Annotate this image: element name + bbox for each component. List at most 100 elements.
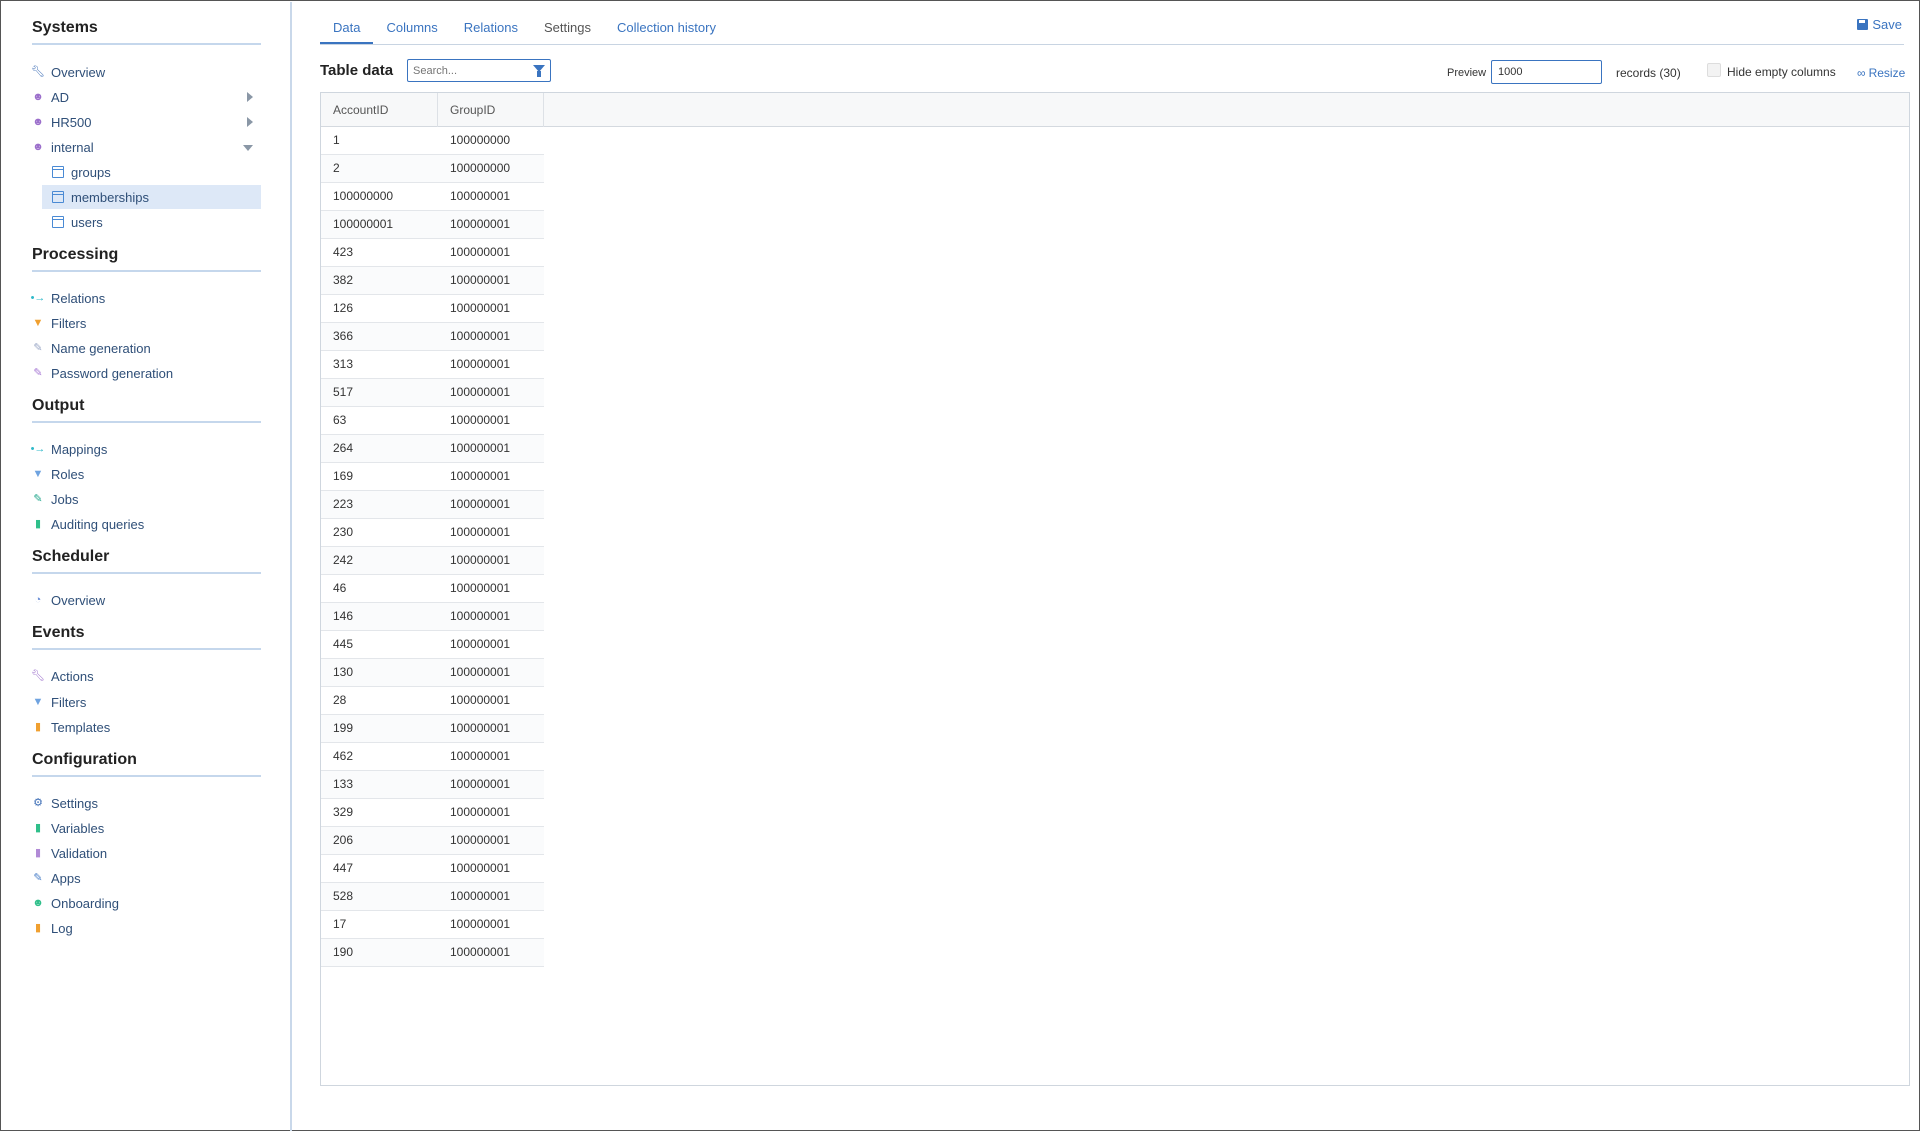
sidebar-item-actions[interactable]: 🔧︎ Actions — [31, 665, 261, 687]
save-button[interactable]: Save — [1857, 17, 1902, 32]
table-body: 1 100000000 2 100000000 100000000 100000001 10… — [321, 127, 544, 967]
table-row[interactable]: 423 100000001 — [321, 239, 544, 267]
sidebar-item-users[interactable]: users — [42, 211, 261, 233]
table-row[interactable]: 206 100000001 — [321, 827, 544, 855]
table-row[interactable]: 169 100000001 — [321, 463, 544, 491]
sidebar-item-variables[interactable]: ▮ Variables — [32, 817, 261, 839]
table-row[interactable]: 130 100000001 — [321, 659, 544, 687]
sidebar-item-onboarding[interactable]: ☻ Onboarding — [32, 892, 261, 914]
table-row[interactable]: 447 100000001 — [321, 855, 544, 883]
table-row[interactable]: 242 100000001 — [321, 547, 544, 575]
chevron-right-icon[interactable] — [247, 92, 253, 102]
cell-accountid: 133 — [333, 777, 354, 791]
wrench-icon: 🔧︎ — [31, 66, 45, 78]
sidebar-item-validation[interactable]: ▮ Validation — [32, 842, 261, 864]
sidebar-item-scheduler-overview[interactable]: ◔ Overview — [32, 589, 261, 611]
chevron-right-icon[interactable] — [247, 117, 253, 127]
sidebar-item-relations[interactable]: •→ Relations — [31, 287, 261, 309]
table-row[interactable]: 1 100000000 — [321, 127, 544, 155]
table-row[interactable]: 190 100000001 — [321, 939, 544, 967]
filter-icon: ▼ — [32, 468, 44, 480]
sidebar-item-label: users — [71, 214, 103, 230]
table-row[interactable]: 223 100000001 — [321, 491, 544, 519]
sidebar-item-label: Actions — [51, 668, 94, 684]
table-row[interactable]: 17 100000001 — [321, 911, 544, 939]
table-row[interactable]: 146 100000001 — [321, 603, 544, 631]
sidebar-item-mappings[interactable]: •→ Mappings — [31, 438, 261, 460]
tab-data[interactable]: Data — [320, 18, 374, 44]
sidebar-item-log[interactable]: ▮ Log — [32, 917, 261, 939]
sidebar-item-settings[interactable]: ⚙ Settings — [32, 792, 261, 814]
table-row[interactable]: 264 100000001 — [321, 435, 544, 463]
cell-groupid: 100000001 — [450, 917, 511, 931]
section-title-events: Events — [32, 624, 261, 650]
sidebar-item-filters[interactable]: ▼ Filters — [32, 312, 261, 334]
sidebar-item-event-filters[interactable]: ▼ Filters — [32, 691, 261, 713]
cell-accountid: 423 — [333, 245, 354, 259]
sidebar-item-auditing-queries[interactable]: ▮ Auditing queries — [32, 513, 261, 535]
sidebar-item-name-generation[interactable]: ✎ Name generation — [32, 337, 261, 359]
table-row[interactable]: 2 100000000 — [321, 155, 544, 183]
table-row[interactable]: 445 100000001 — [321, 631, 544, 659]
cell-groupid: 100000001 — [450, 525, 511, 539]
table-row[interactable]: 46 100000001 — [321, 575, 544, 603]
tab-columns[interactable]: Columns — [373, 18, 450, 44]
table-row[interactable]: 63 100000001 — [321, 407, 544, 435]
cell-accountid: 462 — [333, 749, 354, 763]
sidebar-item-label: Settings — [51, 795, 98, 811]
filter-icon[interactable] — [533, 65, 545, 77]
sidebar-item-groups[interactable]: groups — [42, 161, 261, 183]
hide-empty-columns-checkbox[interactable] — [1707, 63, 1721, 77]
sidebar-item-templates[interactable]: ▮ Templates — [32, 716, 261, 738]
main-content: Data Columns Relations Settings Collecti… — [294, 2, 1918, 1129]
sidebar-item-apps[interactable]: ✎ Apps — [32, 867, 261, 889]
tab-collection-history[interactable]: Collection history — [604, 18, 729, 44]
table-row[interactable]: 528 100000001 — [321, 883, 544, 911]
sidebar-item-jobs[interactable]: ✎ Jobs — [32, 488, 261, 510]
tab-settings[interactable]: Settings — [531, 18, 604, 44]
sidebar-item-ad[interactable]: ☻ AD — [32, 86, 261, 108]
table-row[interactable]: 313 100000001 — [321, 351, 544, 379]
wrench-icon: 🔧︎ — [31, 670, 45, 682]
table-row[interactable]: 100000001 100000001 — [321, 211, 544, 239]
table-row[interactable]: 100000000 100000001 — [321, 183, 544, 211]
table-row[interactable]: 28 100000001 — [321, 687, 544, 715]
document-icon: ▮ — [34, 518, 42, 530]
resize-button[interactable]: ∞ Resize — [1857, 66, 1905, 80]
table-row[interactable]: 329 100000001 — [321, 799, 544, 827]
sidebar-item-roles[interactable]: ▼ Roles — [32, 463, 261, 485]
tab-relations[interactable]: Relations — [451, 18, 531, 44]
cell-accountid: 63 — [333, 413, 347, 427]
sidebar-item-memberships[interactable]: memberships — [42, 185, 261, 209]
cell-accountid: 2 — [333, 161, 340, 175]
table-row[interactable]: 230 100000001 — [321, 519, 544, 547]
cell-accountid: 46 — [333, 581, 347, 595]
sidebar-item-systems-overview[interactable]: 🔧︎ Overview — [31, 61, 261, 83]
preview-count-input[interactable] — [1491, 60, 1602, 84]
search-input[interactable] — [408, 60, 526, 81]
table-row[interactable]: 382 100000001 — [321, 267, 544, 295]
table-row[interactable]: 517 100000001 — [321, 379, 544, 407]
section-title-processing: Processing — [32, 246, 261, 272]
sidebar-item-hr500[interactable]: ☻ HR500 — [32, 111, 261, 133]
table-row[interactable]: 133 100000001 — [321, 771, 544, 799]
column-header-accountid[interactable]: AccountID — [321, 93, 438, 127]
cell-accountid: 528 — [333, 889, 354, 903]
column-header-groupid[interactable]: GroupID — [438, 93, 544, 127]
tab-bar: Data Columns Relations Settings Collecti… — [320, 18, 1904, 45]
sidebar-item-label: internal — [51, 139, 94, 155]
cell-groupid: 100000001 — [450, 329, 511, 343]
filter-icon: ▼ — [32, 317, 44, 329]
table-row[interactable]: 462 100000001 — [321, 743, 544, 771]
table-row[interactable]: 126 100000001 — [321, 295, 544, 323]
clock-icon: ◔ — [34, 594, 42, 606]
sidebar-item-internal[interactable]: ☻ internal — [32, 136, 261, 158]
sidebar-item-label: Log — [51, 920, 73, 936]
sidebar-item-label: Variables — [51, 820, 105, 836]
sidebar-item-password-generation[interactable]: ✎ Password generation — [32, 362, 261, 384]
sidebar-item-label: Apps — [51, 870, 81, 886]
table-row[interactable]: 366 100000001 — [321, 323, 544, 351]
chevron-down-icon[interactable] — [243, 145, 253, 151]
table-row[interactable]: 199 100000001 — [321, 715, 544, 743]
cell-groupid: 100000001 — [450, 805, 511, 819]
